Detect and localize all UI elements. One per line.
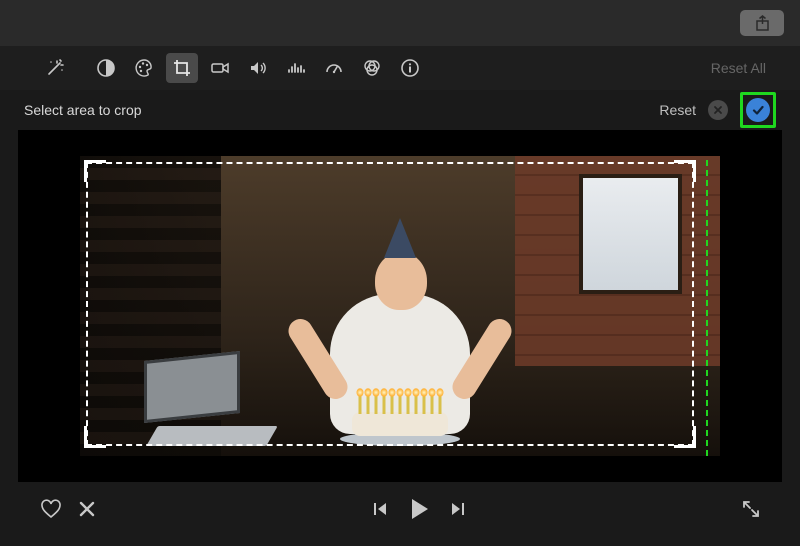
color-correction-button[interactable] — [128, 53, 160, 83]
x-icon — [78, 500, 96, 518]
audio-equalizer-icon — [286, 58, 306, 78]
apply-highlight-box — [740, 92, 776, 128]
adjust-toolbar: Reset All — [0, 46, 800, 90]
speed-button[interactable] — [318, 53, 350, 83]
volume-icon — [248, 58, 268, 78]
previous-frame-button[interactable] — [372, 501, 388, 517]
skip-back-icon — [372, 501, 388, 517]
fullscreen-button[interactable] — [742, 500, 760, 518]
share-button[interactable] — [740, 10, 784, 36]
cancel-crop-button[interactable] — [708, 100, 728, 120]
window-titlebar — [0, 0, 800, 46]
magic-wand-icon — [45, 58, 65, 78]
reset-crop-button[interactable]: Reset — [659, 102, 696, 118]
crop-handle-top-left[interactable] — [84, 160, 106, 182]
color-balance-icon — [96, 58, 116, 78]
apply-crop-button[interactable] — [746, 98, 770, 122]
reset-all-button[interactable]: Reset All — [711, 60, 780, 76]
skip-forward-icon — [450, 501, 466, 517]
crop-icon — [172, 58, 192, 78]
reject-button[interactable] — [78, 500, 96, 518]
noise-reduction-button[interactable] — [280, 53, 312, 83]
clip-info-button[interactable] — [394, 53, 426, 83]
video-content-cake — [335, 396, 465, 446]
video-content-laptop — [144, 356, 284, 446]
play-icon — [408, 497, 430, 521]
stabilization-button[interactable] — [204, 53, 236, 83]
favorite-button[interactable] — [40, 499, 62, 519]
color-filter-icon — [362, 58, 382, 78]
crop-handle-bottom-left[interactable] — [84, 426, 106, 448]
video-frame — [80, 156, 720, 456]
playback-bar — [0, 482, 800, 536]
video-camera-icon — [210, 58, 230, 78]
auto-enhance-button[interactable] — [39, 53, 71, 83]
color-palette-icon — [134, 58, 154, 78]
tool-group — [90, 53, 426, 83]
volume-button[interactable] — [242, 53, 274, 83]
info-icon — [400, 58, 420, 78]
crop-button[interactable] — [166, 53, 198, 83]
crop-handle-top-right[interactable] — [674, 160, 696, 182]
speedometer-icon — [324, 58, 344, 78]
play-button[interactable] — [408, 497, 430, 521]
video-preview-area[interactable] — [18, 130, 782, 482]
color-filter-button[interactable] — [356, 53, 388, 83]
fullscreen-icon — [742, 500, 760, 518]
color-balance-button[interactable] — [90, 53, 122, 83]
cancel-icon — [713, 105, 723, 115]
share-icon — [755, 15, 770, 31]
checkmark-icon — [751, 103, 765, 117]
crop-subbar: Select area to crop Reset — [0, 90, 800, 130]
crop-instruction-label: Select area to crop — [24, 102, 142, 118]
heart-icon — [40, 499, 62, 519]
next-frame-button[interactable] — [450, 501, 466, 517]
crop-handle-bottom-right[interactable] — [674, 426, 696, 448]
